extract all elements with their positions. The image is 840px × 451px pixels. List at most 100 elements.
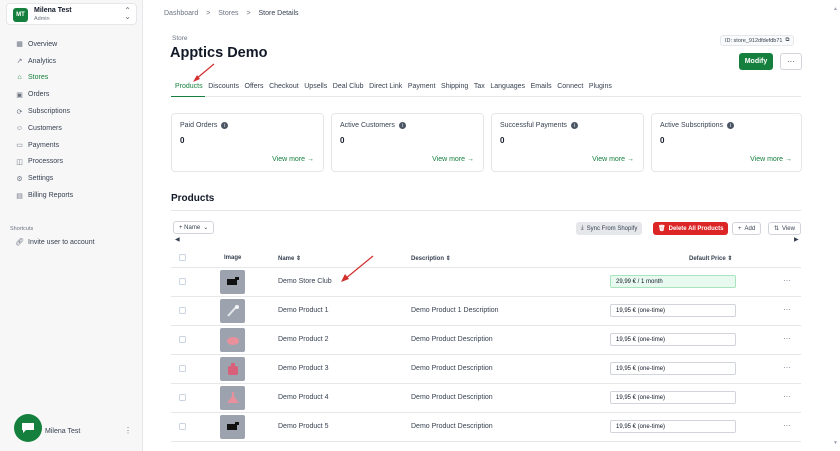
- tab-connect[interactable]: Connect: [554, 82, 586, 97]
- product-name[interactable]: Demo Product 5: [278, 423, 329, 430]
- delete-all-label: Delete All Products: [668, 225, 724, 232]
- view-more-link[interactable]: View more →: [592, 156, 634, 163]
- scroll-right-icon[interactable]: ▶: [794, 236, 799, 243]
- breadcrumb: Dashboard > Stores > Store Details: [164, 10, 305, 17]
- user-menu-icon[interactable]: ⋮: [124, 426, 132, 435]
- name-filter-button[interactable]: + Name ⌄: [173, 221, 215, 234]
- tab-payment[interactable]: Payment: [405, 82, 438, 97]
- more-options-icon[interactable]: ···: [780, 53, 802, 70]
- row-actions-icon[interactable]: ···: [783, 276, 791, 285]
- product-name[interactable]: Demo Store Club: [278, 278, 332, 285]
- product-description: Demo Product Description: [411, 365, 493, 372]
- tab-checkout[interactable]: Checkout: [266, 82, 301, 97]
- sidebar-item-processors[interactable]: ◫ Processors: [0, 154, 143, 171]
- tab-tax[interactable]: Tax: [471, 82, 488, 97]
- product-name[interactable]: Demo Product 4: [278, 394, 329, 401]
- tab-direct-link[interactable]: Direct Link: [366, 82, 405, 97]
- chat-bubble-icon[interactable]: [14, 414, 42, 442]
- store-id: ID: store_912dfdefdb71: [725, 37, 783, 44]
- column-default-price[interactable]: Default Price ⇕: [689, 255, 732, 262]
- sidebar-item-payments[interactable]: ▭ Payments: [0, 137, 143, 154]
- page-scrollbar[interactable]: ▲ ▼: [833, 6, 838, 446]
- shortcut-invite-user[interactable]: 🔗︎ Invite user to account: [15, 238, 95, 247]
- breadcrumb-separator: >: [246, 10, 251, 17]
- product-description: Demo Product 1 Description: [411, 307, 499, 314]
- product-description: Demo Product Description: [411, 423, 493, 430]
- delete-all-products-button[interactable]: 🗑︎ Delete All Products: [653, 222, 729, 235]
- row-actions-icon[interactable]: ···: [783, 363, 791, 372]
- column-name[interactable]: Name ⇕: [278, 255, 301, 262]
- sidebar-item-subscriptions[interactable]: ⟳ Subscriptions: [0, 103, 143, 120]
- info-icon[interactable]: i: [398, 122, 406, 129]
- table-row[interactable]: Demo Product 1 Demo Product 1 Descriptio…: [171, 297, 801, 326]
- row-checkbox[interactable]: [179, 394, 186, 401]
- main-content: Dashboard > Stores > Store Details Store…: [143, 0, 840, 451]
- tab-deal-club[interactable]: Deal Club: [330, 82, 366, 97]
- row-actions-icon[interactable]: ···: [783, 334, 791, 343]
- info-icon[interactable]: i: [727, 122, 735, 129]
- row-actions-icon[interactable]: ···: [783, 305, 791, 314]
- sidebar-item-settings[interactable]: ⚙ Settings: [0, 170, 143, 187]
- breadcrumb-dashboard[interactable]: Dashboard: [164, 10, 198, 17]
- row-checkbox[interactable]: [179, 423, 186, 430]
- sidebar-item-customers[interactable]: ☺ Customers: [0, 120, 143, 137]
- sidebar-item-analytics[interactable]: ↗ Analytics: [0, 53, 143, 70]
- annotation-arrow-icon: [193, 63, 215, 82]
- tab-discounts[interactable]: Discounts: [205, 82, 241, 97]
- table-row[interactable]: Demo Product 5 Demo Product Description …: [171, 413, 801, 442]
- sort-icon: ⇕: [727, 256, 733, 262]
- breadcrumb-separator: >: [206, 10, 211, 17]
- scroll-down-icon[interactable]: ▼: [833, 440, 838, 446]
- product-name[interactable]: Demo Product 1: [278, 307, 329, 314]
- sync-from-shopify-button[interactable]: ⤓ Sync From Shopify: [576, 222, 643, 235]
- modify-button[interactable]: Modify: [739, 53, 773, 70]
- tab-plugins[interactable]: Plugins: [586, 82, 615, 97]
- sidebar: MT Milena Test Admin ⌃ ⌄ ▦ Overview ↗ Analy…: [0, 0, 143, 451]
- product-name[interactable]: Demo Product 2: [278, 336, 329, 343]
- table-row[interactable]: Demo Store Club 29,99 € / 1 month ···: [171, 268, 801, 297]
- sidebar-item-label: Billing Reports: [28, 192, 74, 200]
- tab-products[interactable]: Products: [171, 82, 206, 97]
- row-checkbox[interactable]: [179, 307, 186, 314]
- table-row[interactable]: Demo Product 3 Demo Product Description …: [171, 355, 801, 384]
- product-name[interactable]: Demo Product 3: [278, 365, 329, 372]
- view-more-link[interactable]: View more →: [750, 156, 792, 163]
- row-checkbox[interactable]: [179, 336, 186, 343]
- row-actions-icon[interactable]: ···: [783, 392, 791, 401]
- row-checkbox[interactable]: [179, 278, 186, 285]
- view-more-link[interactable]: View more →: [272, 156, 314, 163]
- sidebar-item-overview[interactable]: ▦ Overview: [0, 36, 143, 53]
- table-row[interactable]: Demo Product 2 Demo Product Description …: [171, 326, 801, 355]
- column-description[interactable]: Description ⇕: [411, 255, 451, 262]
- tab-emails[interactable]: Emails: [528, 82, 555, 97]
- scroll-up-icon[interactable]: ▲: [833, 6, 838, 12]
- account-switcher[interactable]: MT Milena Test Admin ⌃ ⌄: [6, 3, 137, 25]
- tab-upsells[interactable]: Upsells: [301, 82, 330, 97]
- footer-user-name: Milena Test: [45, 428, 81, 435]
- chart-icon: ↗: [16, 58, 23, 66]
- sidebar-item-stores[interactable]: ⌂ Stores: [0, 70, 143, 87]
- view-more-link[interactable]: View more →: [432, 156, 474, 163]
- info-icon[interactable]: i: [570, 122, 578, 129]
- select-all-checkbox[interactable]: [179, 254, 186, 261]
- store-id-chip[interactable]: ID: store_912dfdefdb71 ⧉: [720, 35, 795, 46]
- tab-languages[interactable]: Languages: [488, 82, 528, 97]
- copy-icon[interactable]: ⧉: [786, 37, 790, 44]
- sidebar-item-label: Processors: [28, 158, 64, 166]
- scroll-left-icon[interactable]: ◀: [175, 236, 180, 243]
- table-row[interactable]: Demo Product 4 Demo Product Description …: [171, 384, 801, 413]
- add-product-button[interactable]: + Add: [732, 222, 762, 235]
- sidebar-item-billing-reports[interactable]: ▤ Billing Reports: [0, 187, 143, 204]
- view-options-button[interactable]: ⇅ View: [768, 222, 801, 235]
- users-icon: ☺: [15, 124, 24, 132]
- info-icon[interactable]: i: [221, 122, 229, 129]
- trash-icon: 🗑︎: [658, 226, 666, 232]
- breadcrumb-stores[interactable]: Stores: [218, 10, 238, 17]
- sidebar-item-orders[interactable]: ▣ Orders: [0, 86, 143, 103]
- stat-title: Active Customers: [340, 122, 395, 129]
- row-checkbox[interactable]: [179, 365, 186, 372]
- tab-shipping[interactable]: Shipping: [438, 82, 471, 97]
- view-label: View: [782, 225, 795, 232]
- tab-offers[interactable]: Offers: [242, 82, 267, 97]
- row-actions-icon[interactable]: ···: [783, 421, 791, 430]
